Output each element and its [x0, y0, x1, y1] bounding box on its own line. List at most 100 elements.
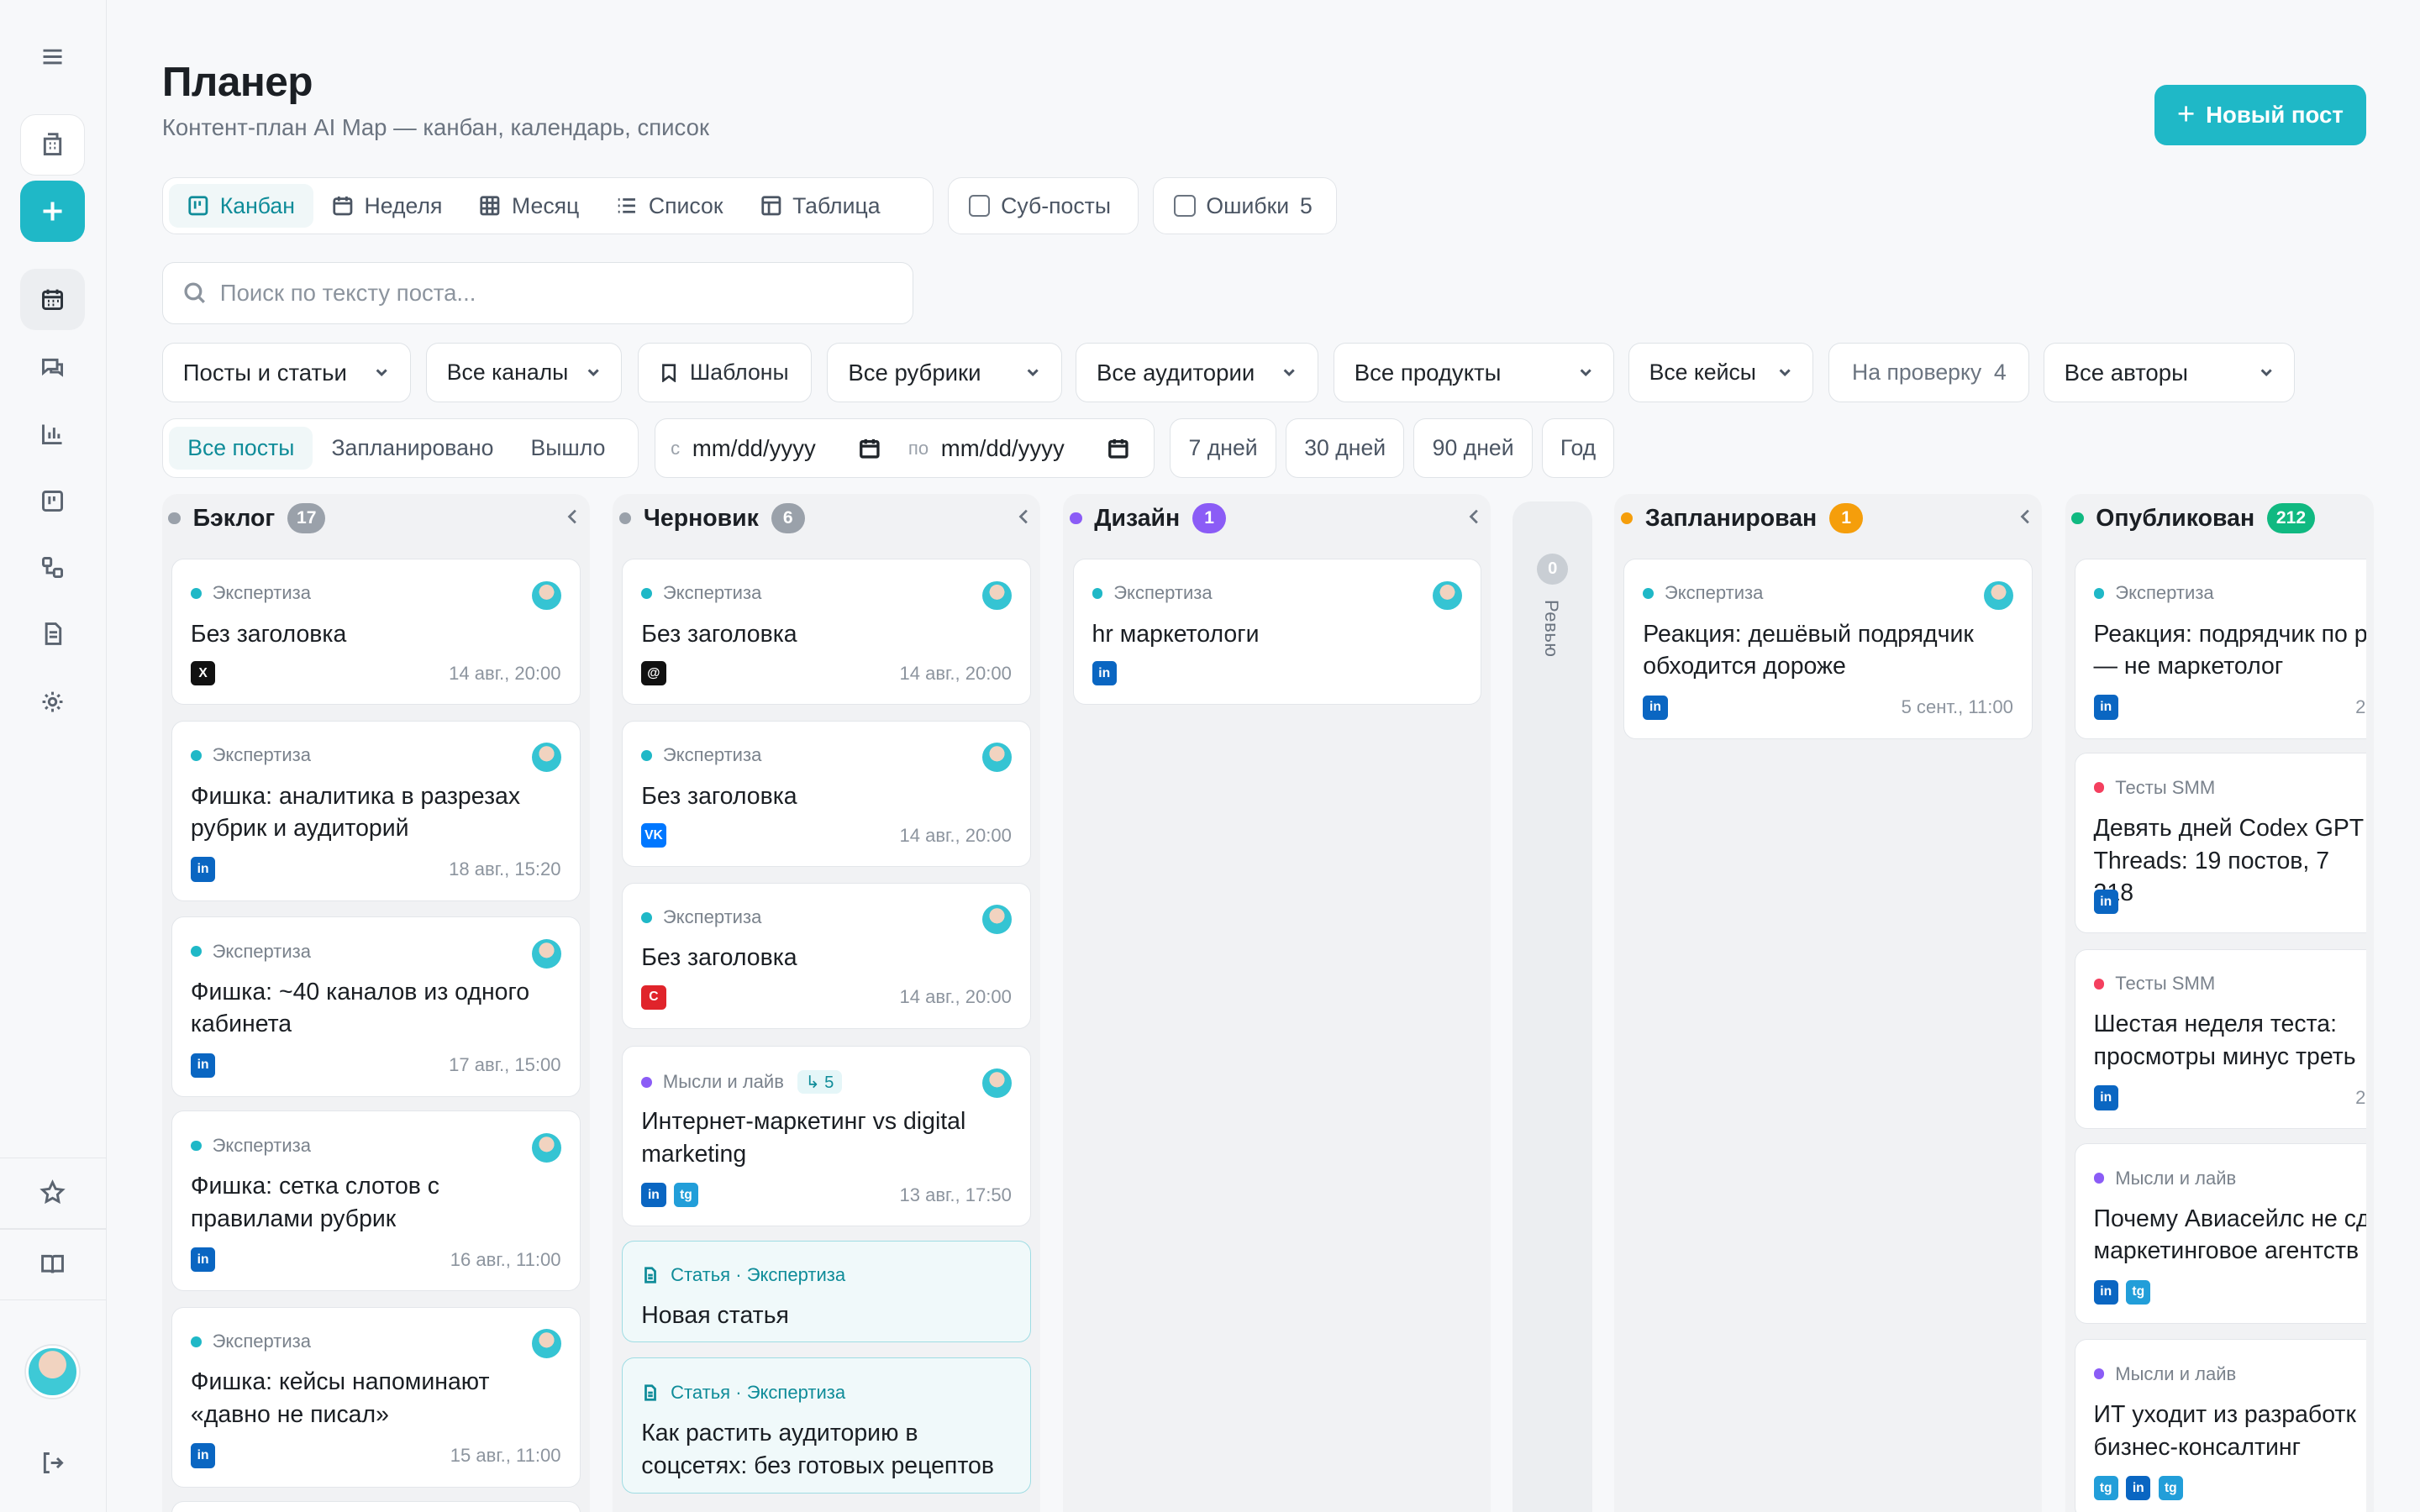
grid-icon	[480, 196, 500, 216]
post-date: 17 авг., 15:00	[449, 1054, 561, 1076]
article-card[interactable]: Статья · Экспертиза Как растить аудитори…	[622, 1357, 1031, 1494]
date-from-input[interactable]: mm/dd/yyyy	[692, 435, 859, 462]
post-date: 22	[2355, 1086, 2366, 1108]
linkedin-icon: in	[190, 1053, 216, 1078]
chevron-down-icon	[1779, 369, 1791, 377]
audiences-filter[interactable]: Все аудитории	[1076, 342, 1318, 403]
book-icon[interactable]	[20, 1233, 85, 1294]
errors-toggle[interactable]: Ошибки 5	[1153, 177, 1337, 235]
post-card[interactable]: Экспертиза Без заголовка VK 14 авг., 20:0…	[622, 720, 1031, 868]
author-avatar	[981, 1068, 1012, 1098]
calendar-icon[interactable]	[859, 438, 881, 459]
post-card[interactable]: Мысли и лайв Почему Авиасейлс не сд марк…	[2074, 1142, 2366, 1324]
telegram-icon: tg	[2093, 1475, 2118, 1501]
post-card[interactable]: Экспертиза Реакция: дешёвый подрядчик об…	[1623, 558, 2033, 739]
calendar-icon[interactable]	[1107, 438, 1129, 459]
review-filter[interactable]: На проверку 4	[1828, 342, 2030, 403]
calendar-icon	[333, 197, 353, 216]
filter-label: Все авторы	[2064, 359, 2188, 386]
chevron-down-icon	[587, 369, 599, 377]
chevron-left-icon[interactable]	[1466, 507, 1481, 526]
post-date: 14 авг., 20:00	[899, 986, 1012, 1008]
post-title: Без заголовка	[190, 620, 347, 648]
column-count: 17	[287, 502, 326, 534]
linkedin-icon: in	[190, 1443, 216, 1468]
authors-filter[interactable]: Все авторы	[2043, 342, 2296, 403]
templates-button[interactable]: Шаблоны	[637, 342, 813, 403]
rubric-tag: Экспертиза	[190, 1135, 311, 1157]
errors-label: Ошибки	[1206, 192, 1290, 218]
chevron-left-icon[interactable]	[1016, 507, 1031, 526]
article-card[interactable]: Статья · Экспертиза Новая статья	[622, 1240, 1031, 1342]
tab-table[interactable]: Таблица	[742, 184, 899, 227]
logout-icon[interactable]	[20, 1431, 85, 1493]
rubric-tag: Экспертиза	[190, 744, 311, 766]
filter-label: Все кейсы	[1649, 360, 1756, 386]
post-card[interactable]: Мысли и лайв ИТ уходит из разработк бизн…	[2074, 1339, 2366, 1512]
range-year[interactable]: Год	[1541, 417, 1615, 479]
tab-kanban[interactable]: Канбан	[169, 184, 313, 228]
post-card[interactable]: Экспертиза Без заголовка X 14 авг., 20:00	[171, 558, 581, 706]
chart-icon[interactable]	[20, 402, 85, 464]
rubric-tag: Экспертиза	[190, 1331, 311, 1352]
new-post-button[interactable]: + Новый пост	[2154, 85, 2366, 145]
menu-icon[interactable]	[20, 26, 85, 87]
range-90-days[interactable]: 90 дней	[1413, 417, 1533, 479]
tab-published[interactable]: Вышло	[512, 427, 623, 470]
range-7-days[interactable]: 7 дней	[1170, 417, 1276, 479]
star-icon[interactable]	[20, 1162, 85, 1223]
column-review-collapsed[interactable]: 0 Ревью	[1512, 501, 1593, 1512]
type-filter[interactable]: Посты и статьи	[161, 342, 411, 403]
calendar-icon[interactable]	[19, 268, 86, 331]
plus-icon: +	[2176, 97, 2196, 132]
chevron-left-icon[interactable]	[2018, 507, 2033, 526]
checkbox[interactable]	[968, 195, 991, 218]
linkedin-icon: in	[2126, 1475, 2151, 1501]
settings-icon[interactable]	[20, 671, 85, 732]
published-cards-viewport: Экспертиза Реакция: подрядчик по р — не …	[2065, 548, 2366, 1512]
subposts-toggle[interactable]: Суб-посты	[947, 177, 1139, 235]
author-avatar	[531, 1329, 561, 1359]
search-input[interactable]: Поиск по тексту поста...	[161, 262, 914, 324]
search-placeholder: Поиск по тексту поста...	[219, 279, 476, 306]
tab-month[interactable]: Месяц	[460, 184, 597, 227]
post-card[interactable]	[171, 1501, 581, 1512]
chevron-down-icon	[1028, 369, 1039, 377]
post-card[interactable]: Экспертиза Фишка: сетка слотов с правила…	[171, 1110, 581, 1292]
post-card[interactable]: Тесты SMM Девять дней Codex GPT Threads:…	[2074, 753, 2366, 934]
document-icon[interactable]	[20, 603, 85, 664]
post-card[interactable]: Тесты SMM Шестая неделя теста: просмотры…	[2074, 948, 2366, 1130]
building-icon[interactable]	[19, 113, 86, 176]
plus-icon[interactable]	[19, 180, 86, 243]
author-avatar	[981, 743, 1012, 773]
cases-filter[interactable]: Все кейсы	[1628, 342, 1814, 403]
post-card[interactable]: Мысли и лайв ↳ 5 Интернет-маркетинг vs di…	[622, 1046, 1031, 1227]
tab-week[interactable]: Неделя	[313, 184, 460, 227]
post-card[interactable]: Экспертиза Без заголовка @14 авг., 20:00	[622, 558, 1031, 706]
chevron-left-icon[interactable]	[565, 507, 580, 526]
flow-icon[interactable]	[20, 537, 85, 598]
avatar[interactable]	[26, 1345, 79, 1399]
rubrics-filter[interactable]: Все рубрики	[827, 342, 1062, 403]
channels-filter[interactable]: Все каналы	[425, 342, 623, 403]
kanban-icon[interactable]	[20, 470, 85, 532]
telegram-icon: tg	[2158, 1475, 2184, 1501]
status-dot	[2070, 512, 2084, 525]
range-30-days[interactable]: 30 дней	[1285, 417, 1405, 479]
chat-icon[interactable]	[20, 336, 85, 397]
post-card[interactable]: Экспертиза hr маркетологи in	[1072, 558, 1482, 706]
errors-count: 5	[1299, 192, 1313, 218]
post-card[interactable]: Экспертиза Фишка: аналитика в разрезах р…	[171, 720, 581, 901]
post-card[interactable]: Экспертиза Реакция: подрядчик по р — не …	[2074, 558, 2366, 739]
tab-list[interactable]: Список	[597, 184, 741, 227]
products-filter[interactable]: Все продукты	[1333, 342, 1615, 403]
tab-all-posts[interactable]: Все посты	[169, 426, 313, 470]
tab-label: Неделя	[364, 192, 443, 218]
post-card[interactable]: Экспертиза Фишка: ~40 каналов из одного …	[171, 916, 581, 1097]
checkbox[interactable]	[1173, 195, 1196, 218]
tab-scheduled[interactable]: Запланировано	[313, 427, 512, 470]
post-card[interactable]: Экспертиза Без заголовка C 14 авг., 20:00	[622, 882, 1031, 1030]
post-card[interactable]: Экспертиза Фишка: кейсы напоминают «давн…	[171, 1306, 581, 1488]
post-title: Почему Авиасейлс не сд маркетинговое аге…	[2093, 1205, 2366, 1265]
date-to-input[interactable]: mm/dd/yyyy	[941, 435, 1107, 462]
